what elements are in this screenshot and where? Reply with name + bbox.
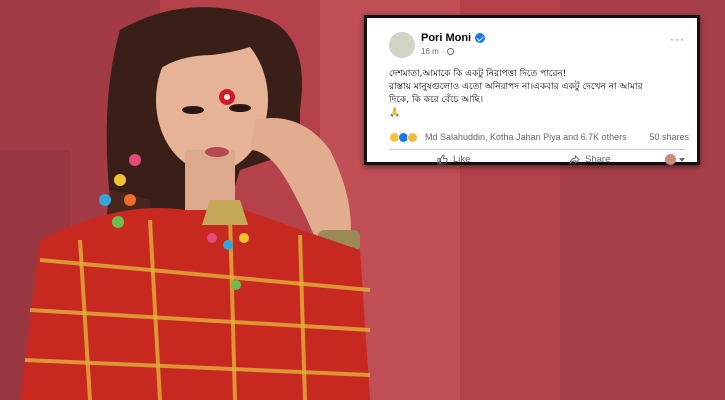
share-button[interactable]: Share [569, 154, 610, 165]
verified-badge-icon [475, 33, 486, 43]
author-name[interactable]: Pori Moni [421, 32, 471, 44]
viewer-avatar [665, 154, 676, 165]
more-options-icon[interactable]: ··· [670, 32, 685, 46]
shares-count[interactable]: 50 shares [649, 132, 689, 142]
reactions-summary[interactable]: Md Salahuddin, Kotha Jahan Piya and 6.7K… [425, 132, 627, 142]
post-meta: 16 m · [421, 47, 455, 56]
folded-hands-emoji: 🙏 [389, 108, 401, 118]
sad-reaction-icon [407, 132, 418, 143]
post-time[interactable]: 16 m [421, 47, 439, 56]
share-arrow-icon [569, 154, 580, 165]
post-actions: Like Share [389, 154, 685, 168]
author-name-row: Pori Moni [421, 32, 486, 44]
chevron-down-icon [679, 157, 685, 162]
reaction-icons[interactable] [389, 132, 418, 143]
like-button[interactable]: Like [437, 154, 470, 165]
share-label: Share [585, 154, 611, 165]
post-text-line: রাস্তায় মানুষগুলোও এতো অনিরাপদ না।একবার… [389, 82, 643, 92]
facebook-post-card: Pori Moni 16 m · ··· দেশমাতা,আমাকে কি এক… [364, 15, 700, 165]
globe-icon [447, 48, 455, 55]
author-avatar[interactable] [389, 32, 415, 58]
thumbs-up-icon [437, 154, 448, 165]
like-label: Like [453, 154, 471, 165]
post-header: Pori Moni 16 m · ··· [389, 30, 687, 60]
meta-separator: · [441, 47, 445, 56]
post-text-line: দেশমাতা,আমাকে কি একটু নিরাপত্তা দিতে পার… [389, 69, 567, 79]
post-body: দেশমাতা,আমাকে কি একটু নিরাপত্তা দিতে পার… [389, 68, 689, 120]
post-text-line: দিকে, কি করে বেঁচে আছি। [389, 95, 484, 105]
reactions-bar: Md Salahuddin, Kotha Jahan Piya and 6.7K… [389, 132, 689, 146]
divider [389, 149, 685, 150]
reaction-selector[interactable] [665, 154, 685, 165]
